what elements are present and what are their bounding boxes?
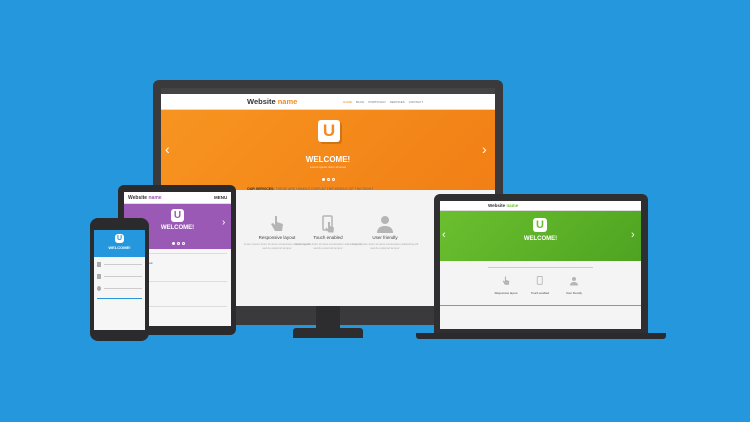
feature-user: User friendly Lorem ipsum dolor sit amet… (350, 215, 420, 250)
site-logo[interactable]: Website name (247, 97, 297, 106)
slider-next-icon[interactable]: › (222, 216, 225, 230)
site-menu: Home Blog Portfolio Services Contact (343, 100, 423, 104)
laptop-base (416, 333, 666, 339)
phone-feature-list (97, 262, 142, 299)
tablet-site-logo[interactable]: Website name (128, 195, 162, 201)
phone-hero-title: WELCOME! (108, 245, 131, 250)
brand-logo-icon: U (171, 209, 184, 222)
hero-subtitle: Lorem ipsum dolor sit amet (309, 165, 347, 169)
menu-item-portfolio[interactable]: Portfolio (368, 100, 385, 104)
menu-item-contact[interactable]: Contact (409, 100, 423, 104)
monitor-stand-foot (293, 328, 363, 338)
brand-logo-icon: U (533, 218, 547, 232)
brand-logo-icon: U (318, 120, 340, 142)
slider-prev-icon[interactable]: ‹ (165, 142, 170, 156)
slider-next-icon[interactable]: › (482, 142, 487, 156)
site-navbar: Website name Home Blog Portfolio Service… (161, 94, 495, 110)
hero-title: WELCOME! (305, 155, 351, 164)
laptop-website-mockup: Website name U WELCOME! ‹ › Responsive l… (440, 201, 641, 329)
hero-slider: U WELCOME! Lorem ipsum dolor sit amet ‹ … (161, 110, 495, 190)
menu-item-blog[interactable]: Blog (356, 100, 364, 104)
laptop-features: Responsive layout Touch enabled User fri… (490, 273, 590, 295)
tablet-menu-button[interactable]: MENU (214, 195, 227, 200)
brand-logo-icon: U (115, 234, 124, 243)
services-heading: OUR SERVICES: THESE ARE HANDLE DISPLAY T… (247, 187, 374, 191)
slider-prev-icon[interactable]: ‹ (442, 228, 446, 242)
laptop-hero: U WELCOME! ‹ › (440, 211, 641, 261)
laptop-navbar: Website name (440, 201, 641, 211)
laptop-hero-title: WELCOME! (523, 236, 558, 242)
slider-dots[interactable] (172, 242, 185, 245)
slider-next-icon[interactable]: › (631, 228, 635, 242)
monitor-stand-neck (316, 306, 340, 330)
menu-item-services[interactable]: Services (390, 100, 405, 104)
tablet-navbar: Website name MENU (124, 192, 231, 204)
laptop-site-logo[interactable]: Website name (488, 203, 518, 208)
menu-item-home[interactable]: Home (343, 100, 352, 104)
slider-dots[interactable] (322, 178, 335, 181)
phone-website-mockup: U WELCOME! (94, 230, 145, 330)
phone-hero: U WELCOME! (94, 230, 145, 257)
user-icon (350, 215, 420, 233)
